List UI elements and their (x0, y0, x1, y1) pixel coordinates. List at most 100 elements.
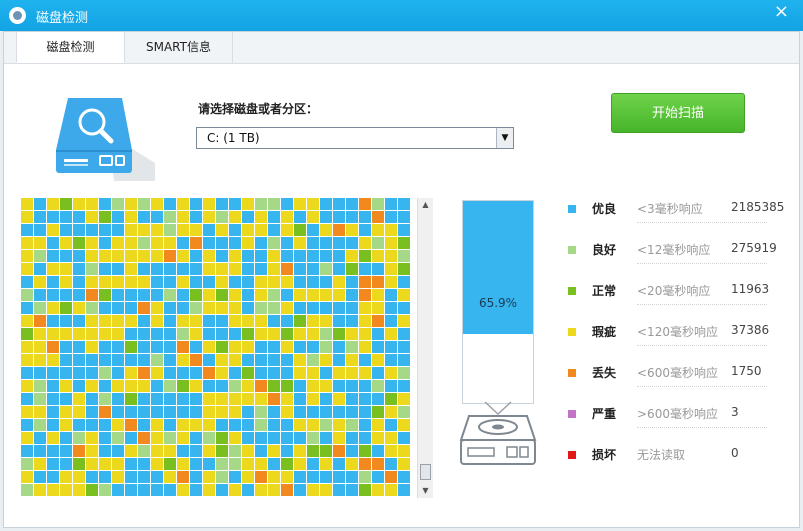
sector-cell (21, 250, 33, 262)
sector-cell (372, 367, 384, 379)
sector-cell (47, 276, 59, 288)
scroll-down-icon[interactable]: ▼ (418, 484, 433, 498)
sector-cell (151, 224, 163, 236)
tab-disk-check[interactable]: 磁盘检测 (16, 32, 125, 63)
sector-cell (47, 315, 59, 327)
sector-cell (34, 289, 46, 301)
sector-cell (164, 393, 176, 405)
sector-cell (125, 237, 137, 249)
sector-cell (320, 406, 332, 418)
sector-cell (385, 393, 397, 405)
sector-cell (21, 471, 33, 483)
sector-cell (385, 263, 397, 275)
sector-cell (86, 289, 98, 301)
sector-cell (190, 419, 202, 431)
sector-cell (268, 471, 280, 483)
sector-cell (281, 380, 293, 392)
sector-cell (34, 302, 46, 314)
sector-cell (385, 276, 397, 288)
sector-cell (359, 224, 371, 236)
sector-cell (151, 263, 163, 275)
sector-cell (125, 276, 137, 288)
sector-cell (242, 198, 254, 210)
sector-cell (99, 289, 111, 301)
sector-cell (21, 237, 33, 249)
sector-cell (125, 393, 137, 405)
sector-cell (242, 315, 254, 327)
sector-cell (359, 367, 371, 379)
disk-partition-select[interactable]: C: (1 TB) ▼ (196, 127, 514, 149)
sector-cell (86, 432, 98, 444)
sector-cell (60, 432, 72, 444)
legend-name: 损坏 (592, 448, 617, 462)
sector-cell (333, 224, 345, 236)
sector-cell (21, 289, 33, 301)
sector-cell (164, 211, 176, 223)
sector-cell (333, 471, 345, 483)
sector-cell (398, 328, 410, 340)
sector-cell (47, 263, 59, 275)
sector-cell (333, 432, 345, 444)
sector-cell (294, 367, 306, 379)
title-bar: 磁盘检测 × (0, 0, 803, 31)
scroll-up-icon[interactable]: ▲ (418, 198, 433, 212)
sector-cell (255, 237, 267, 249)
sector-cell (86, 458, 98, 470)
sector-cell (151, 237, 163, 249)
sector-cell (242, 211, 254, 223)
sector-cell (242, 393, 254, 405)
sector-cell (346, 302, 358, 314)
sector-cell (398, 393, 410, 405)
sector-cell (242, 354, 254, 366)
scroll-thumb[interactable] (420, 464, 431, 480)
sector-cell (281, 419, 293, 431)
sector-cell (86, 211, 98, 223)
sector-cell (229, 484, 241, 496)
sector-cell (268, 198, 280, 210)
legend-desc: >600毫秒响应 (637, 407, 718, 421)
sector-cell (112, 250, 124, 262)
sector-cell (216, 289, 228, 301)
sector-cell (294, 380, 306, 392)
sector-cell (346, 237, 358, 249)
tab-smart-info[interactable]: SMART信息 (125, 32, 233, 63)
sector-cell (34, 419, 46, 431)
sector-cell (60, 289, 72, 301)
sector-cell (203, 315, 215, 327)
legend-item: 瑕疵 <120毫秒响应 37386 (561, 315, 787, 356)
start-scan-button[interactable]: 开始扫描 (611, 93, 745, 133)
sector-cell (151, 471, 163, 483)
sector-cell (138, 406, 150, 418)
sector-cell (21, 432, 33, 444)
sector-cell (216, 250, 228, 262)
sector-cell (177, 302, 189, 314)
sector-cell (346, 224, 358, 236)
sector-cell (47, 458, 59, 470)
sector-cell (255, 302, 267, 314)
sector-cell (333, 289, 345, 301)
sector-cell (333, 328, 345, 340)
sector-cell (281, 432, 293, 444)
sector-cell (385, 237, 397, 249)
sector-cell (203, 471, 215, 483)
sector-cell (242, 250, 254, 262)
sector-cell (372, 250, 384, 262)
sector-cell (138, 393, 150, 405)
sector-cell (47, 445, 59, 457)
sector-cell (320, 445, 332, 457)
sector-cell (112, 276, 124, 288)
sector-cell (333, 484, 345, 496)
sector-cell (47, 432, 59, 444)
sector-cell (177, 237, 189, 249)
grid-scrollbar[interactable]: ▲ ▼ (417, 198, 433, 498)
close-icon[interactable]: × (774, 3, 789, 21)
sector-cell (34, 263, 46, 275)
dropdown-arrow-icon[interactable]: ▼ (496, 128, 513, 148)
sector-cell (359, 302, 371, 314)
sector-cell (268, 341, 280, 353)
sector-cell (359, 237, 371, 249)
sector-cell (385, 328, 397, 340)
sector-cell (255, 224, 267, 236)
sector-cell (229, 341, 241, 353)
sector-cell (86, 380, 98, 392)
